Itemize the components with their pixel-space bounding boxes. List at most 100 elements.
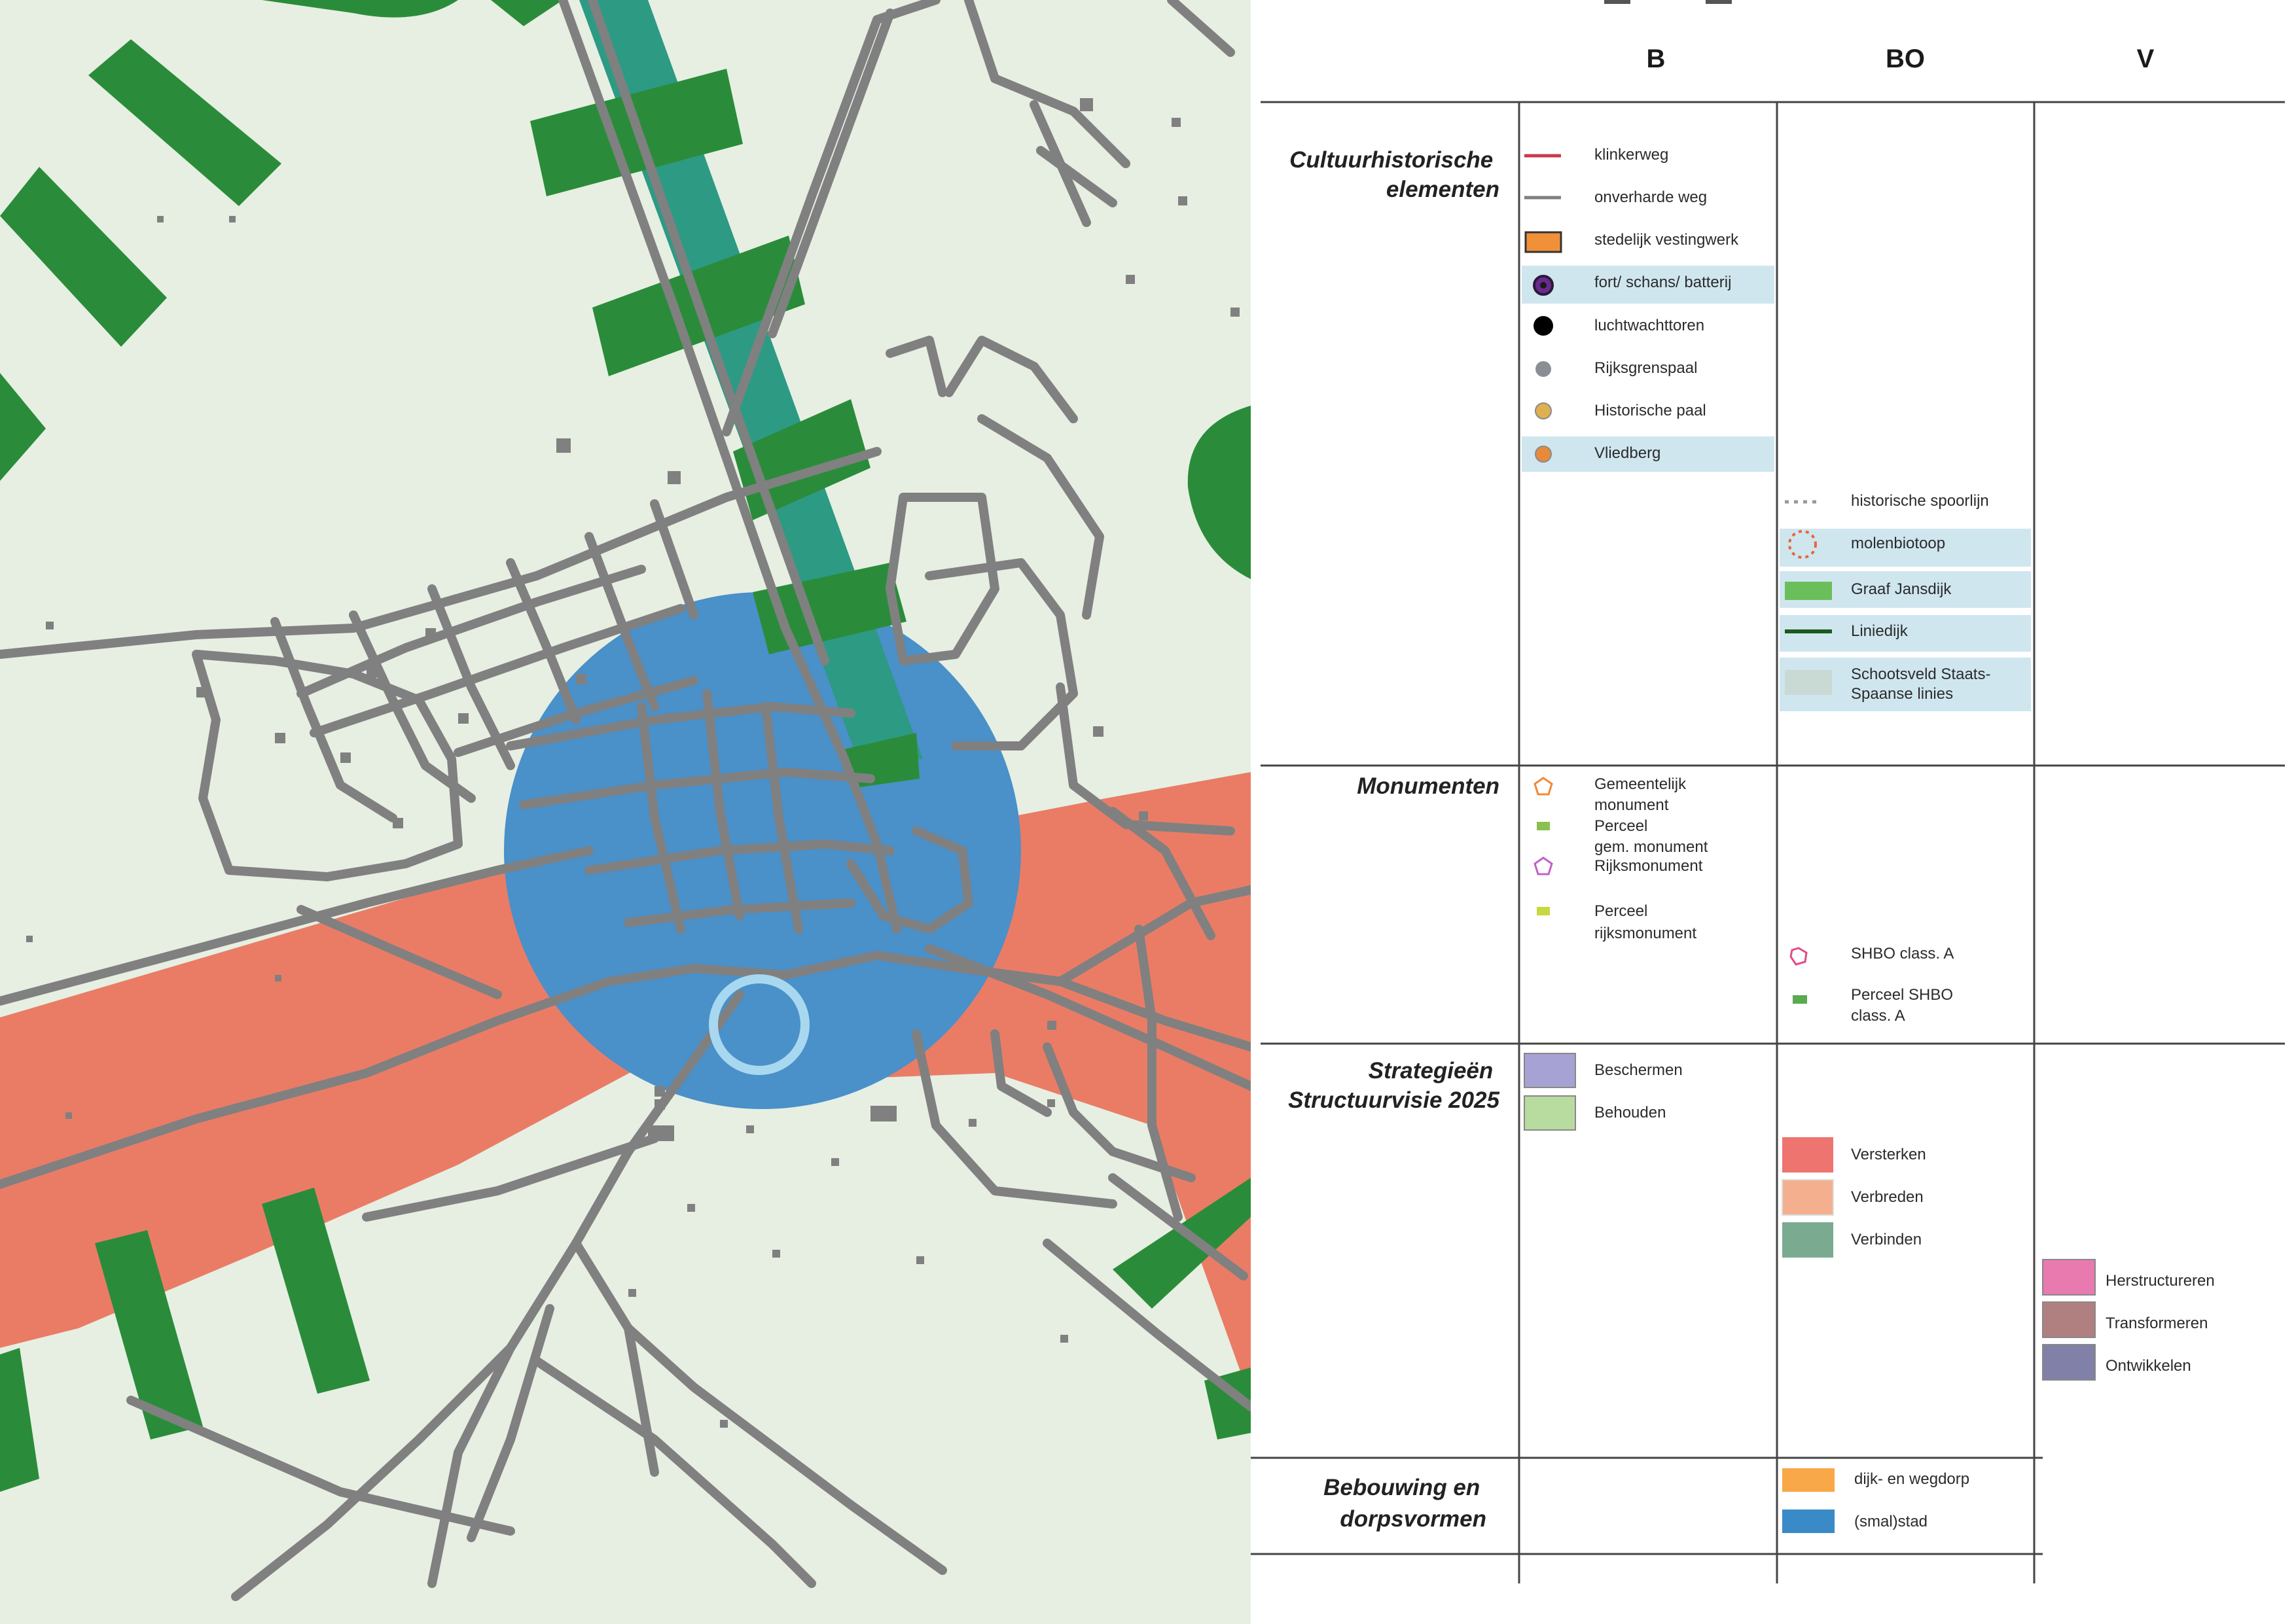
historic-railway-label: historische spoorlijn (1851, 492, 1989, 510)
category-label-line: dorpsvormen (1340, 1506, 1486, 1532)
building (1093, 726, 1103, 737)
building (1060, 1335, 1068, 1343)
klinkerweg-label: klinkerweg (1594, 146, 1668, 164)
building (655, 1099, 665, 1110)
top-heading-fragment (1706, 0, 1732, 4)
national-parcel-label-line: Perceel (1594, 902, 1647, 920)
small-town-swatch (1782, 1509, 1835, 1533)
building (229, 216, 236, 222)
category-label-line: Cultuurhistorische (1289, 147, 1493, 173)
building (275, 975, 281, 981)
shbo-parcel-label-line: class. A (1851, 1007, 1905, 1025)
preserve-label: Behouden (1594, 1104, 1666, 1121)
fortification-symbol (1524, 231, 1562, 253)
category-label-monumenten: Monumenten (1357, 773, 1499, 799)
restructure-label: Herstructureren (2106, 1272, 2215, 1290)
field-of-fire-label-line: Spaanse linies (1851, 685, 1953, 703)
building (340, 752, 351, 763)
broaden-label: Verbreden (1851, 1188, 1924, 1206)
municipal-monument-label: Gemeentelijk monument (1594, 775, 1691, 814)
building (1139, 811, 1148, 821)
boundary-post-icon (1535, 361, 1551, 377)
municipal-parcel-symbol (1537, 822, 1550, 830)
building (916, 1256, 924, 1264)
municipal-parcel-label: Perceel gem. monument (1594, 817, 1708, 856)
boundary-post-label: Rijksgrenspaal (1594, 359, 1697, 377)
shbo-label: SHBO class. A (1851, 945, 1954, 962)
shbo-parcel-label: Perceel SHBO class. A (1851, 986, 1958, 1025)
building (720, 1420, 728, 1428)
municipal-monument-icon (1534, 777, 1553, 796)
legend-panel: B BO V Cultuurhistorische elementen Monu… (1251, 0, 2296, 1624)
preserve-swatch (1524, 1095, 1576, 1131)
category-label-line: Bebouwing en (1323, 1475, 1480, 1500)
map-panel[interactable] (0, 0, 1251, 1624)
building (458, 713, 469, 724)
building (831, 1158, 839, 1166)
graaf-jansdijk-label: Graaf Jansdijk (1851, 580, 1952, 598)
map-canvas[interactable] (0, 0, 1251, 1624)
connect-label: Verbinden (1851, 1231, 1922, 1248)
national-parcel-label: Perceel rijksmonument (1594, 902, 1696, 942)
restructure-swatch (2042, 1259, 2096, 1296)
building (1080, 98, 1093, 111)
transform-swatch (2042, 1301, 2096, 1338)
broaden-swatch (1782, 1179, 1834, 1216)
national-monument-icon (1534, 856, 1553, 875)
category-label-line: Strategieën (1369, 1058, 1494, 1084)
building (425, 628, 436, 639)
field-of-fire-symbol (1785, 670, 1832, 695)
building (275, 733, 285, 743)
column-header-v: V (2137, 44, 2155, 73)
municipal-parcel-label-line: gem. monument (1594, 838, 1708, 856)
building (393, 818, 403, 828)
building (157, 216, 164, 222)
shbo-icon (1789, 947, 1808, 966)
national-parcel-symbol (1537, 907, 1550, 915)
legend-canvas: B BO V Cultuurhistorische elementen Monu… (1251, 0, 2285, 1583)
building (648, 1125, 674, 1141)
field-of-fire-label-line: Schootsveld Staats- (1851, 665, 1990, 683)
building (687, 1204, 695, 1212)
protect-label: Beschermen (1594, 1061, 1683, 1079)
refuge-mound-icon (1535, 446, 1552, 463)
fort-label: fort/ schans/ batterij (1594, 274, 1731, 291)
historic-post-icon (1535, 402, 1552, 419)
building (367, 667, 377, 678)
watchtower-icon (1534, 316, 1553, 336)
building (1172, 118, 1181, 127)
historic-post-label: Historische paal (1594, 402, 1706, 419)
shbo-parcel-label-line: Perceel SHBO (1851, 986, 1953, 1004)
fortification-label: stedelijk vestingwerk (1594, 231, 1739, 249)
building (655, 1086, 665, 1097)
building (1047, 1021, 1056, 1030)
category-label-line: elementen (1386, 177, 1499, 202)
building (1047, 1099, 1055, 1107)
develop-label: Ontwikkelen (2106, 1357, 2191, 1375)
category-label-bebouwing: Bebouwing en dorpsvormen (1323, 1475, 1486, 1532)
refuge-mound-label: Vliedberg (1594, 444, 1660, 462)
fort-icon-core (1540, 282, 1547, 289)
develop-swatch (2042, 1344, 2096, 1381)
category-label-strategieen: Strategieën Structuurvisie 2025 (1288, 1058, 1499, 1113)
strengthen-swatch (1782, 1137, 1833, 1173)
liniedijk-label: Liniedijk (1851, 622, 1909, 640)
protect-swatch (1524, 1053, 1576, 1088)
building (1178, 196, 1187, 205)
building (1230, 308, 1240, 317)
building (628, 1289, 636, 1297)
mill-biotope-label: molenbiotoop (1851, 535, 1945, 552)
building (196, 687, 207, 697)
building (969, 1119, 977, 1127)
municipal-monument-label-line: Gemeentelijk (1594, 775, 1687, 793)
category-label-line: Structuurvisie 2025 (1288, 1087, 1499, 1113)
watchtower-label: luchtwachttoren (1594, 317, 1704, 334)
column-header-b: B (1647, 44, 1666, 73)
building (870, 1106, 897, 1121)
shbo-parcel-symbol (1793, 995, 1807, 1004)
building (26, 936, 33, 942)
graaf-jansdijk-symbol (1785, 582, 1832, 600)
unpaved-road-label: onverharde weg (1594, 188, 1707, 206)
building (1126, 275, 1135, 284)
building (668, 471, 681, 484)
